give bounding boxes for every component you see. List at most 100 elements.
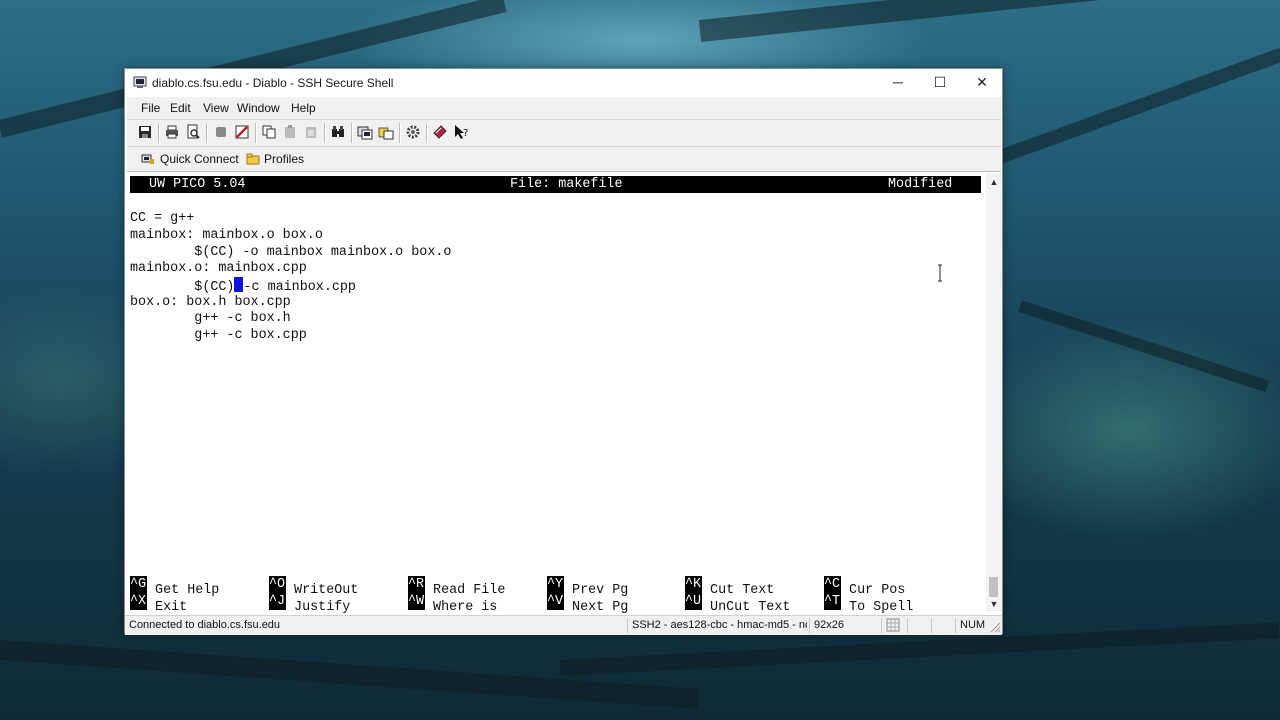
shortcut-key: ^V [547, 593, 564, 610]
svg-text:?: ? [463, 128, 468, 139]
shortcut-key: ^U [685, 593, 702, 610]
code-line: $(CC) -o mainbox mainbox.o box.o [130, 245, 452, 260]
shortcut-label: Where is [433, 600, 498, 615]
status-indicator [881, 618, 905, 633]
minimize-button[interactable]: ─ [877, 69, 919, 96]
terminal-area[interactable]: UW PICO 5.04 File: makefile Modified CC … [128, 173, 983, 615]
shortcut-label: Next Pg [572, 600, 629, 615]
scroll-thumb[interactable] [989, 577, 998, 597]
shortcut-key: ^W [408, 593, 425, 610]
caps-indicator [907, 618, 929, 633]
shortcut-label: Exit [155, 600, 188, 615]
new-file-transfer-icon[interactable] [378, 124, 394, 140]
title-bar[interactable]: diablo.cs.fsu.edu - Diablo - SSH Secure … [125, 69, 1002, 96]
menu-help[interactable]: Help [291, 101, 316, 115]
profile-bar: Quick Connect Profiles [127, 147, 1001, 172]
shortcut-key: ^J [269, 593, 286, 610]
terminal-size: 92x26 [809, 618, 879, 633]
shortcut-key: ^X [130, 593, 147, 610]
menu-bar: File Edit View Window Help [127, 97, 1001, 120]
menu-file[interactable]: File [141, 101, 160, 115]
status-bar: Connected to diablo.cs.fsu.edu SSH2 - ae… [125, 615, 1002, 635]
save-icon[interactable] [137, 124, 153, 140]
shortcut-label: UnCut Text [710, 600, 791, 615]
shortcut-cur-pos: ^C Cur Pos [824, 576, 905, 598]
shortcut-cut-text: ^K Cut Text [685, 576, 774, 598]
code-line-start: $(CC) [130, 280, 235, 295]
shortcut-label: Justify [294, 600, 351, 615]
code-line: g++ -c box.h [130, 311, 291, 326]
reconnect-icon[interactable] [234, 124, 250, 140]
toolbar-separator [206, 123, 208, 143]
disconnect-icon[interactable] [213, 124, 229, 140]
toolbar: ? [127, 120, 1001, 147]
shortcut-prev-pg: ^Y Prev Pg [547, 576, 628, 598]
menu-window[interactable]: Window [237, 101, 280, 115]
shortcut-get-help: ^G Get Help [130, 576, 219, 598]
code-line-with-cursor: $(CC) -c mainbox.cpp [130, 277, 356, 295]
maximize-button[interactable]: ☐ [919, 69, 961, 96]
vertical-scrollbar[interactable]: ▲ ▼ [986, 173, 1002, 611]
shortcut-to-spell: ^T To Spell [824, 593, 913, 615]
new-terminal-icon[interactable] [357, 124, 373, 140]
shortcut-key: ^T [824, 593, 841, 610]
shortcut-key: ^C [824, 576, 841, 593]
print-icon[interactable] [164, 124, 180, 140]
numlock-indicator: NUM [955, 618, 987, 633]
code-line: mainbox: mainbox.o box.o [130, 228, 323, 243]
shortcut-key: ^K [685, 576, 702, 593]
scroll-indicator [931, 618, 953, 633]
shortcut-uncut-text: ^U UnCut Text [685, 593, 790, 615]
toolbar-separator [324, 123, 326, 143]
code-line: box.o: box.h box.cpp [130, 295, 291, 310]
pico-modified-status: Modified [888, 177, 953, 192]
quick-connect-icon [141, 154, 154, 164]
quick-connect-label: Quick Connect [160, 152, 239, 166]
shortcut-writeout: ^O WriteOut [269, 576, 358, 598]
settings-icon[interactable] [405, 124, 421, 140]
code-line: g++ -c box.cpp [130, 328, 307, 343]
shortcut-key: ^G [130, 576, 147, 593]
shortcut-key: ^R [408, 576, 425, 593]
paste-icon[interactable] [282, 124, 298, 140]
shortcut-exit: ^X Exit [130, 593, 187, 615]
scroll-down-icon[interactable]: ▼ [989, 599, 999, 609]
profiles-label: Profiles [264, 152, 305, 166]
shortcut-read-file: ^R Read File [408, 576, 505, 598]
window-title: diablo.cs.fsu.edu - Diablo - SSH Secure … [152, 76, 394, 90]
menu-edit[interactable]: Edit [170, 101, 191, 115]
code-line-rest: -c mainbox.cpp [243, 280, 356, 295]
find-icon[interactable] [330, 124, 346, 140]
shortcut-label: To Spell [849, 600, 914, 615]
shortcut-next-pg: ^V Next Pg [547, 593, 628, 615]
toolbar-separator [255, 123, 257, 143]
paste-clipboard-icon[interactable] [303, 124, 319, 140]
context-help-icon[interactable]: ? [453, 124, 469, 140]
pico-app-name: UW PICO 5.04 [149, 177, 246, 192]
connection-status: Connected to diablo.cs.fsu.edu [129, 619, 281, 631]
pico-header: UW PICO 5.04 File: makefile Modified [130, 176, 981, 193]
pico-file-name: File: makefile [510, 177, 623, 192]
toolbar-separator [351, 123, 353, 143]
shortcut-key: ^O [269, 576, 286, 593]
code-line: CC = g++ [130, 211, 195, 226]
cipher-info: SSH2 - aes128-cbc - hmac-md5 - nc [627, 618, 807, 633]
toolbar-separator [426, 123, 428, 143]
help-book-icon[interactable] [432, 124, 448, 140]
copy-icon[interactable] [261, 124, 277, 140]
toolbar-separator [158, 123, 160, 143]
menu-view[interactable]: View [203, 101, 229, 115]
code-line: mainbox.o: mainbox.cpp [130, 261, 307, 276]
status-grid-icon [886, 618, 900, 632]
resize-grip-icon[interactable] [989, 621, 1001, 633]
mouse-ibeam-cursor [938, 264, 942, 282]
folder-icon [246, 153, 260, 165]
shortcut-key: ^Y [547, 576, 564, 593]
ssh-app-icon [133, 76, 147, 88]
ssh-window: diablo.cs.fsu.edu - Diablo - SSH Secure … [124, 68, 1003, 635]
close-button[interactable]: ✕ [961, 69, 1003, 96]
scroll-up-icon[interactable]: ▲ [989, 177, 999, 187]
toolbar-separator [399, 123, 401, 143]
print-preview-icon[interactable] [185, 124, 201, 140]
shortcut-justify: ^J Justify [269, 593, 350, 615]
